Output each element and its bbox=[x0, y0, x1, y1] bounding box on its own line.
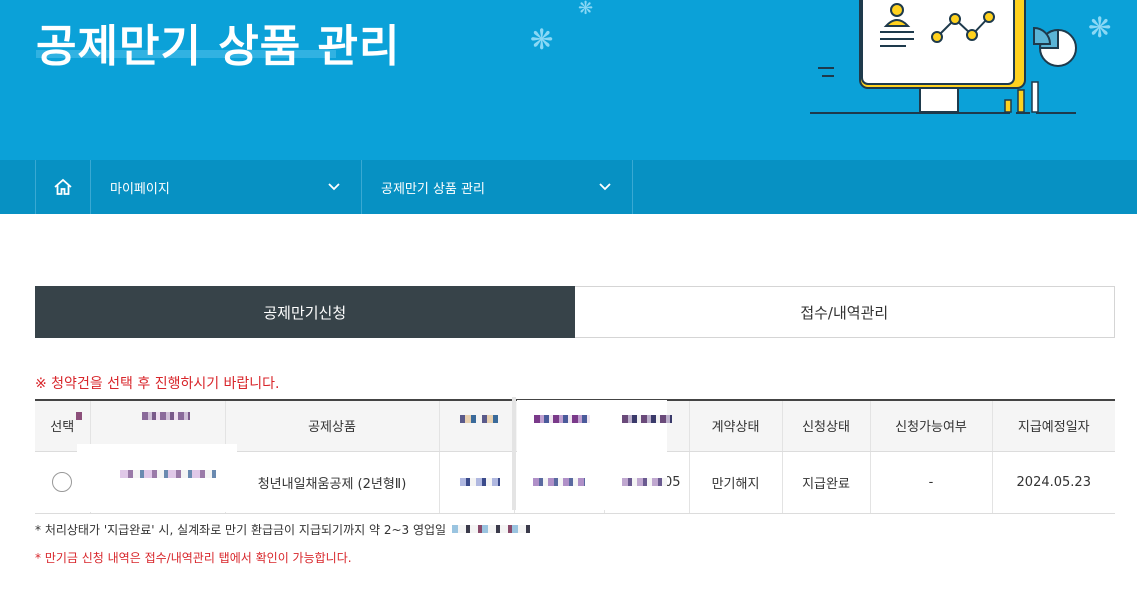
footnote-processing: * 처리상태가 '지급완료' 시, 실계좌로 만기 환급금이 지급되기까지 약 … bbox=[35, 523, 447, 537]
col-product: 공제상품 bbox=[224, 399, 439, 452]
col-apply-status: 신청상태 bbox=[781, 399, 870, 452]
apply-status-cell: 지급완료 bbox=[781, 451, 870, 514]
redaction-block bbox=[440, 397, 512, 510]
breadcrumb-label: 마이페이지 bbox=[110, 181, 170, 197]
chevron-down-icon bbox=[599, 183, 611, 191]
sparkle-icon: ❋ bbox=[578, 0, 594, 19]
tab-history-management[interactable]: 접수/내역관리 bbox=[574, 286, 1115, 338]
tab-maturity-application[interactable]: 공제만기신청 bbox=[35, 286, 575, 338]
redaction-block bbox=[77, 444, 237, 512]
pixelation bbox=[120, 470, 216, 478]
breadcrumb: 마이페이지 공제만기 상품 관리 bbox=[0, 160, 1137, 214]
pixelation bbox=[534, 415, 590, 423]
breadcrumb-dropdown-maturity[interactable]: 공제만기 상품 관리 bbox=[362, 160, 633, 214]
footnote-history: * 만기금 신청 내역은 접수/내역관리 탭에서 확인이 가능합니다. bbox=[35, 551, 352, 565]
home-button[interactable] bbox=[35, 160, 91, 214]
product-cell: 청년내일채움공제 (2년형Ⅱ) bbox=[224, 451, 439, 514]
selection-notice: ※ 청약건을 선택 후 진행하시기 바랍니다. bbox=[35, 376, 280, 392]
col-contract-status: 계약상태 bbox=[688, 399, 782, 452]
row-select-radio[interactable] bbox=[52, 472, 73, 492]
redaction-edge bbox=[512, 397, 516, 510]
pixelation bbox=[76, 412, 82, 420]
col-payment-date: 지급예정일자 bbox=[991, 399, 1115, 452]
pixelation bbox=[452, 525, 530, 533]
home-icon bbox=[54, 178, 72, 195]
monitor-chart-illustration bbox=[810, 0, 1080, 114]
pixelation bbox=[622, 478, 667, 486]
payment-date-cell: 2024.05.23 bbox=[991, 451, 1115, 514]
page-banner: 공제만기 상품 관리 ❋ ❋ ❋ bbox=[0, 0, 1137, 160]
pixelation bbox=[460, 478, 500, 486]
sparkle-icon: ❋ bbox=[530, 23, 554, 56]
breadcrumb-label: 공제만기 상품 관리 bbox=[381, 181, 485, 197]
col-eligibility: 신청가능여부 bbox=[869, 399, 992, 452]
pixelation bbox=[622, 415, 672, 423]
tab-bar: 공제만기신청 접수/내역관리 bbox=[35, 286, 1115, 338]
pixelation bbox=[142, 412, 190, 420]
eligibility-cell: - bbox=[869, 451, 992, 514]
pixelation bbox=[460, 415, 500, 423]
pixelation bbox=[533, 478, 585, 486]
chevron-down-icon bbox=[328, 183, 340, 191]
breadcrumb-dropdown-mypage[interactable]: 마이페이지 bbox=[91, 160, 362, 214]
page-title: 공제만기 상품 관리 bbox=[36, 21, 401, 72]
contract-status-cell: 만기해지 bbox=[688, 451, 782, 514]
